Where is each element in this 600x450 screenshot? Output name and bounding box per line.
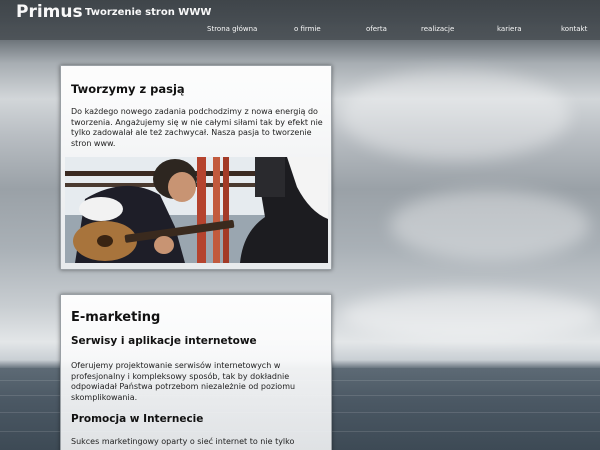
internet-promotion-text: Sukces marketingowy oparty o sieć intern… [71,437,295,446]
emarketing-title: E-marketing [71,310,161,325]
passion-card: Tworzymy z pasją Do każdego nowego zadan… [60,65,332,270]
nav-item-home[interactable]: Strona główna [207,25,257,33]
nav-item-about[interactable]: o firmie [294,25,321,33]
site-tagline: Tworzenie stron WWW [85,7,212,18]
emarketing-card: E-marketing Serwisy i aplikacje internet… [60,294,332,450]
nav-item-career[interactable]: kariera [497,25,522,33]
main-nav: Strona główna o firmie oferta realizacje… [0,25,600,37]
guitar-photo-illustration [65,157,328,263]
internet-promotion-heading: Promocja w Internecie [71,413,204,425]
background-cloud [390,190,590,260]
web-services-heading: Serwisy i aplikacje internetowe [71,335,257,347]
site-header: Primus Tworzenie stron WWW Strona główna… [0,0,600,40]
web-services-text: Oferujemy projektowanie serwisów interne… [71,361,296,402]
nav-item-offer[interactable]: oferta [366,25,387,33]
guitar-photo [65,157,328,263]
background-cloud [340,70,570,160]
background-cloud [340,290,600,340]
passion-text: Do każdego nowego zadania podchodzimy z … [71,107,323,148]
nav-item-portfolio[interactable]: realizacje [421,25,454,33]
nav-item-contact[interactable]: kontakt [561,25,587,33]
site-logo[interactable]: Primus [16,2,83,22]
passion-title: Tworzymy z pasją [71,82,185,96]
